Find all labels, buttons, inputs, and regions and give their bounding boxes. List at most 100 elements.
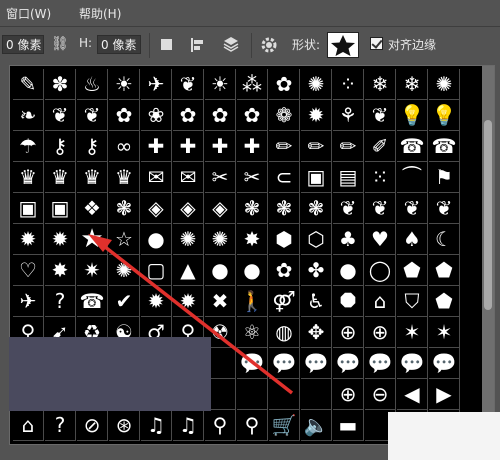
- shape-search-icon[interactable]: ⚲: [237, 410, 268, 441]
- shape-sunburst-icon[interactable]: ✺: [301, 69, 332, 100]
- shape-plus-icon[interactable]: ⊕: [333, 379, 364, 410]
- shape-bow-icon[interactable]: ∞: [109, 131, 140, 162]
- scrollbar-thumb[interactable]: [484, 120, 492, 310]
- link-icon[interactable]: ⛓: [51, 36, 69, 52]
- shape-star-outline-icon[interactable]: ☆: [109, 224, 140, 255]
- shape-ornament-icon[interactable]: ❃: [269, 193, 300, 224]
- shape-shield-icon[interactable]: ⛉: [397, 286, 428, 317]
- shape-star-icon[interactable]: ★: [77, 224, 108, 255]
- shape-phone-icon[interactable]: ☎: [77, 286, 108, 317]
- width-field[interactable]: 0 像素: [2, 35, 44, 54]
- shape-tile-icon[interactable]: ◈: [205, 193, 236, 224]
- shape-couple-icon[interactable]: ⚤: [269, 286, 300, 317]
- shape-bulb-icon[interactable]: 💡: [397, 100, 428, 131]
- shape-puzzle-icon[interactable]: ✚: [205, 131, 236, 162]
- shape-no-icon[interactable]: ⊘: [77, 410, 108, 441]
- shape-speaker-icon[interactable]: 🔈: [301, 410, 332, 441]
- align-edges-checkbox[interactable]: [370, 37, 383, 50]
- gear-icon[interactable]: [259, 35, 279, 55]
- shape-club-icon[interactable]: ♣: [333, 224, 364, 255]
- shape-crown-icon[interactable]: ♛: [13, 162, 44, 193]
- shape-bat-icon[interactable]: ⏜: [397, 162, 428, 193]
- shape-key-icon[interactable]: ⚷: [45, 131, 76, 162]
- shape-flower-icon[interactable]: ✿: [237, 100, 268, 131]
- shape-phone-icon[interactable]: ☎: [397, 131, 428, 162]
- shape-flower-icon[interactable]: ✿: [269, 255, 300, 286]
- shape-arrow-right-icon[interactable]: ▶: [429, 379, 460, 410]
- shape-hexagon-outline-icon[interactable]: ⬡: [301, 224, 332, 255]
- shape-film-icon[interactable]: ⊛: [109, 410, 140, 441]
- shape-stamp-icon[interactable]: ▣: [301, 162, 332, 193]
- shape-globe-icon[interactable]: ◍: [269, 317, 300, 348]
- shape-envelope-icon[interactable]: ✉: [173, 162, 204, 193]
- path-arrangement-icon[interactable]: [221, 35, 241, 55]
- menu-window[interactable]: 窗口(W): [6, 5, 51, 22]
- shape-splat-icon[interactable]: ✶: [397, 317, 428, 348]
- height-field[interactable]: 0 像素: [97, 35, 141, 54]
- shape-phone-icon[interactable]: ☎: [429, 131, 460, 162]
- path-alignment-icon[interactable]: [188, 35, 208, 55]
- shape-speech-icon[interactable]: 💬: [397, 348, 428, 379]
- shape-diamond-tile-icon[interactable]: ❖: [77, 193, 108, 224]
- shape-speech-icon[interactable]: 💬: [301, 348, 332, 379]
- shape-brush-icon[interactable]: ✐: [365, 131, 396, 162]
- shape-snowflake-icon[interactable]: ❄: [365, 69, 396, 100]
- shape-frame-icon[interactable]: ▣: [13, 193, 44, 224]
- shape-badge-icon[interactable]: ✸: [237, 224, 268, 255]
- path-operations-icon[interactable]: [157, 35, 177, 55]
- shape-scissors-icon[interactable]: ✂: [205, 162, 236, 193]
- shape-burst-icon[interactable]: ✹: [173, 286, 204, 317]
- shape-crown-icon[interactable]: ♛: [77, 162, 108, 193]
- shape-flourish-icon[interactable]: ❦: [429, 193, 460, 224]
- shape-flourish-icon[interactable]: ❦: [365, 193, 396, 224]
- shape-cart-icon[interactable]: 🛒: [269, 410, 300, 441]
- shape-speech-icon[interactable]: 💬: [365, 348, 396, 379]
- shape-pencil-icon[interactable]: ✏: [333, 131, 364, 162]
- shape-umbrella-icon[interactable]: ☂: [13, 131, 44, 162]
- shape-leaves-icon[interactable]: ❦: [365, 100, 396, 131]
- shape-puzzle-icon[interactable]: ✚: [173, 131, 204, 162]
- shape-heart-icon[interactable]: ♥: [365, 224, 396, 255]
- shape-puzzle-icon[interactable]: ✚: [237, 131, 268, 162]
- shape-seal-icon[interactable]: ✺: [173, 224, 204, 255]
- shape-ornament-icon[interactable]: ❃: [109, 193, 140, 224]
- shape-tile-icon[interactable]: ◈: [141, 193, 172, 224]
- shape-ring-icon[interactable]: ◯: [365, 255, 396, 286]
- shape-flowers-icon[interactable]: ❀: [141, 100, 172, 131]
- shape-cross-icon[interactable]: ✖: [205, 286, 236, 317]
- shape-flame-icon[interactable]: ♨: [77, 69, 108, 100]
- shape-minus-icon[interactable]: ⊖: [365, 379, 396, 410]
- shape-circle-icon[interactable]: ●: [333, 255, 364, 286]
- shape-walker-icon[interactable]: 🚶: [237, 286, 268, 317]
- shape-flower-icon[interactable]: ✿: [205, 100, 236, 131]
- shape-house-icon[interactable]: ⌂: [365, 286, 396, 317]
- shape-blossom-icon[interactable]: ❁: [269, 100, 300, 131]
- shape-maple-leaf-icon[interactable]: ❧: [13, 100, 44, 131]
- shape-ornament-icon[interactable]: ❃: [301, 193, 332, 224]
- shape-flower-icon[interactable]: ✿: [173, 100, 204, 131]
- shape-spiral-icon[interactable]: ✺: [429, 69, 460, 100]
- shape-paw-icon[interactable]: ✽: [45, 69, 76, 100]
- shape-scribble-icon[interactable]: ✎: [13, 69, 44, 100]
- shape-search-icon[interactable]: ⚲: [205, 410, 236, 441]
- shape-grass-icon[interactable]: ⁂: [237, 69, 268, 100]
- shape-pencil-icon[interactable]: ✏: [269, 131, 300, 162]
- shape-airplane-icon[interactable]: ✈: [13, 286, 44, 317]
- shape-snowflake-icon[interactable]: ❄: [397, 69, 428, 100]
- shape-seal-icon[interactable]: ✺: [109, 255, 140, 286]
- shape-flower-icon[interactable]: ✿: [269, 69, 300, 100]
- shape-hexagon-icon[interactable]: ⬢: [269, 224, 300, 255]
- shape-sun-icon[interactable]: ☀: [205, 69, 236, 100]
- shape-leaf-icon[interactable]: ❦: [45, 100, 76, 131]
- shape-flourish-icon[interactable]: ❦: [333, 193, 364, 224]
- shape-burst-icon[interactable]: ✹: [13, 224, 44, 255]
- shape-check-icon[interactable]: ✔: [109, 286, 140, 317]
- shape-sign-icon[interactable]: ⬟: [429, 286, 460, 317]
- shape-leaf-icon[interactable]: ❦: [77, 100, 108, 131]
- shape-dots-icon[interactable]: ⁙: [365, 162, 396, 193]
- shape-badge-icon[interactable]: ✸: [45, 255, 76, 286]
- shape-question-icon[interactable]: ?: [45, 286, 76, 317]
- menu-help[interactable]: 帮助(H): [79, 5, 121, 22]
- shape-arrow-left-icon[interactable]: ◀: [397, 379, 428, 410]
- shape-speech-icon[interactable]: 💬: [429, 348, 460, 379]
